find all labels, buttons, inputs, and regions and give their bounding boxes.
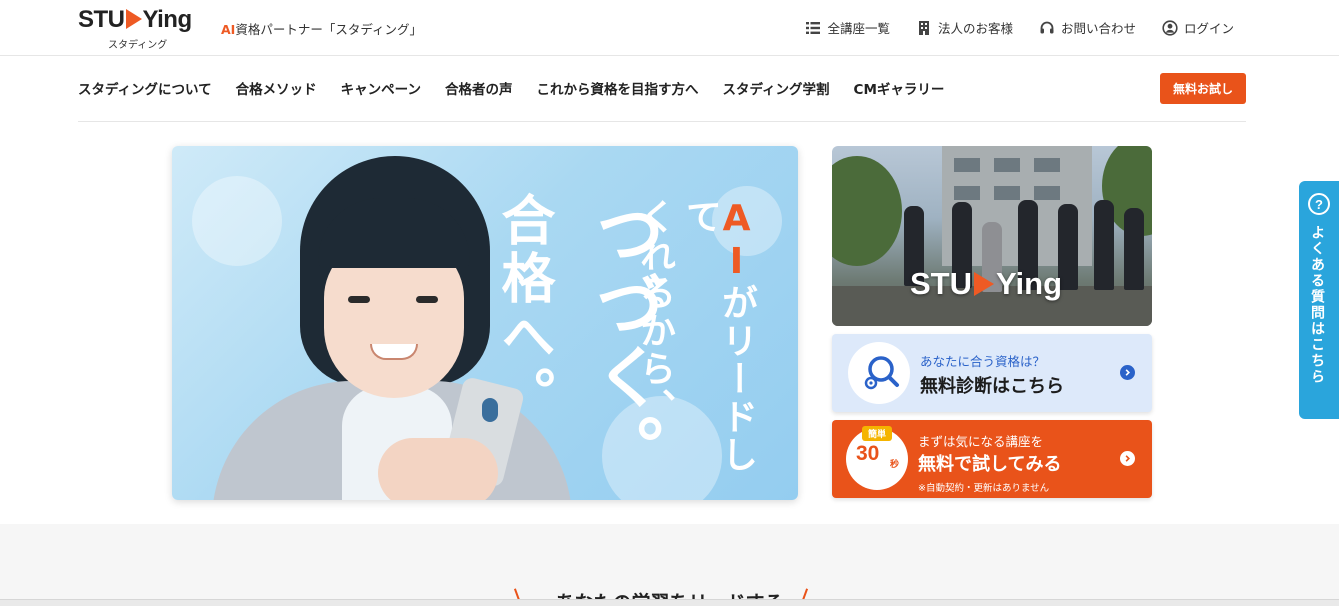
util-all-courses[interactable]: 全講座一覧 xyxy=(805,18,890,37)
user-icon xyxy=(1162,19,1178,36)
nav-student-discount[interactable]: スタディング学割 xyxy=(722,78,829,98)
diagnosis-icon-circle xyxy=(848,342,910,404)
tagline: AI資格パートナー「スタディング」 xyxy=(221,19,422,38)
trial-badge: 簡単 30 秒 xyxy=(846,426,908,490)
photo-window xyxy=(994,158,1020,172)
photo-window xyxy=(1034,158,1060,172)
free-trial-button[interactable]: 無料お試し xyxy=(1160,73,1246,104)
logo-subtitle: スタディング xyxy=(108,40,168,51)
hero-copy-line1: AIがリードして xyxy=(680,198,757,500)
faq-label: よくある質問はこちら xyxy=(1309,225,1325,385)
nav-beginners[interactable]: これから資格を目指す方へ xyxy=(536,78,698,98)
chevron-right-icon xyxy=(1120,451,1135,466)
photo-window xyxy=(994,186,1020,200)
photo-person xyxy=(1124,208,1144,290)
cm-photo-card[interactable]: STU Ying xyxy=(832,146,1152,326)
utility-nav: 全講座一覧 法人のお客様 お問い合わせ ログイン xyxy=(805,18,1234,37)
lower-section: あなたの学習をリードする xyxy=(0,524,1339,606)
util-contact[interactable]: お問い合わせ xyxy=(1039,18,1136,37)
tagline-ai: AI xyxy=(221,22,236,37)
top-header: STU Ying スタディング AI資格パートナー「スタディング」 全講座一覧 法… xyxy=(0,0,1339,56)
util-contact-label: お問い合わせ xyxy=(1060,21,1136,36)
badge-unit: 秒 xyxy=(890,460,900,470)
play-icon xyxy=(974,272,994,296)
bokeh-decoration xyxy=(192,176,282,266)
util-corporate-label: 法人のお客様 xyxy=(937,21,1013,36)
photo-window xyxy=(1034,186,1060,200)
photo-person xyxy=(1094,200,1114,290)
nav-divider xyxy=(78,121,1246,122)
trial-note: ※自動契約・更新はありません xyxy=(918,483,1050,494)
horizontal-scrollbar[interactable] xyxy=(0,599,1339,606)
studying-logo[interactable]: STU Ying スタディング xyxy=(78,6,202,51)
question-icon: ? xyxy=(1308,193,1330,215)
badge-easy: 簡単 xyxy=(862,426,892,441)
chevron-right-icon xyxy=(1120,365,1135,380)
magnifier-gear-icon xyxy=(864,356,899,390)
photo-tree xyxy=(832,156,902,266)
nav-voices[interactable]: 合格者の声 xyxy=(445,78,513,98)
list-icon xyxy=(806,21,821,34)
badge-seconds: 30 xyxy=(856,442,880,465)
nav-campaign[interactable]: キャンペーン xyxy=(341,78,421,98)
hero-copy-line2: くれるから、 xyxy=(634,198,675,426)
main-nav: スタディングについて 合格メソッド キャンペーン 合格者の声 これから資格を目指… xyxy=(78,78,944,98)
diagnosis-title: 無料診断はこちら xyxy=(920,376,1064,397)
model-eye xyxy=(348,296,370,303)
nav-method[interactable]: 合格メソッド xyxy=(236,78,317,98)
diagnosis-lead: あなたに合う資格は？ xyxy=(920,354,1046,369)
diagnosis-cta[interactable]: あなたに合う資格は？ 無料診断はこちら xyxy=(832,334,1152,412)
trial-title: 無料で試してみる xyxy=(918,454,1062,475)
util-corporate[interactable]: 法人のお客様 xyxy=(916,18,1013,37)
photo-window xyxy=(954,186,980,200)
headset-icon xyxy=(1040,21,1054,33)
model-eye xyxy=(416,296,438,303)
nav-about[interactable]: スタディングについて xyxy=(78,78,212,98)
util-all-courses-label: 全講座一覧 xyxy=(827,21,890,36)
free-trial-cta[interactable]: 簡単 30 秒 まずは気になる講座を 無料で試してみる ※自動契約・更新はありま… xyxy=(832,420,1152,498)
photo-window xyxy=(954,158,980,172)
building-icon xyxy=(918,20,929,35)
tagline-text: 資格パートナー「スタディング」 xyxy=(235,22,422,37)
nav-cm-gallery[interactable]: CMギャラリー xyxy=(854,78,945,98)
faq-floating-tab[interactable]: ? よくある質問はこちら xyxy=(1299,181,1339,419)
util-login-label: ログイン xyxy=(1183,21,1234,36)
play-icon xyxy=(125,9,142,29)
hero-copy-line4: 合格へ。 xyxy=(492,192,555,424)
hero-banner[interactable]: 合格へ。 つづく。 AIがリードして くれるから、 xyxy=(172,146,798,500)
photo-logo: STU Ying xyxy=(910,266,1063,301)
model-hands xyxy=(378,438,498,500)
trial-lead: まずは気になる講座を xyxy=(918,434,1044,449)
hero-copy-ai: AI xyxy=(716,198,757,284)
util-login[interactable]: ログイン xyxy=(1162,18,1234,37)
logo-wordmark: STU Ying xyxy=(78,6,192,33)
